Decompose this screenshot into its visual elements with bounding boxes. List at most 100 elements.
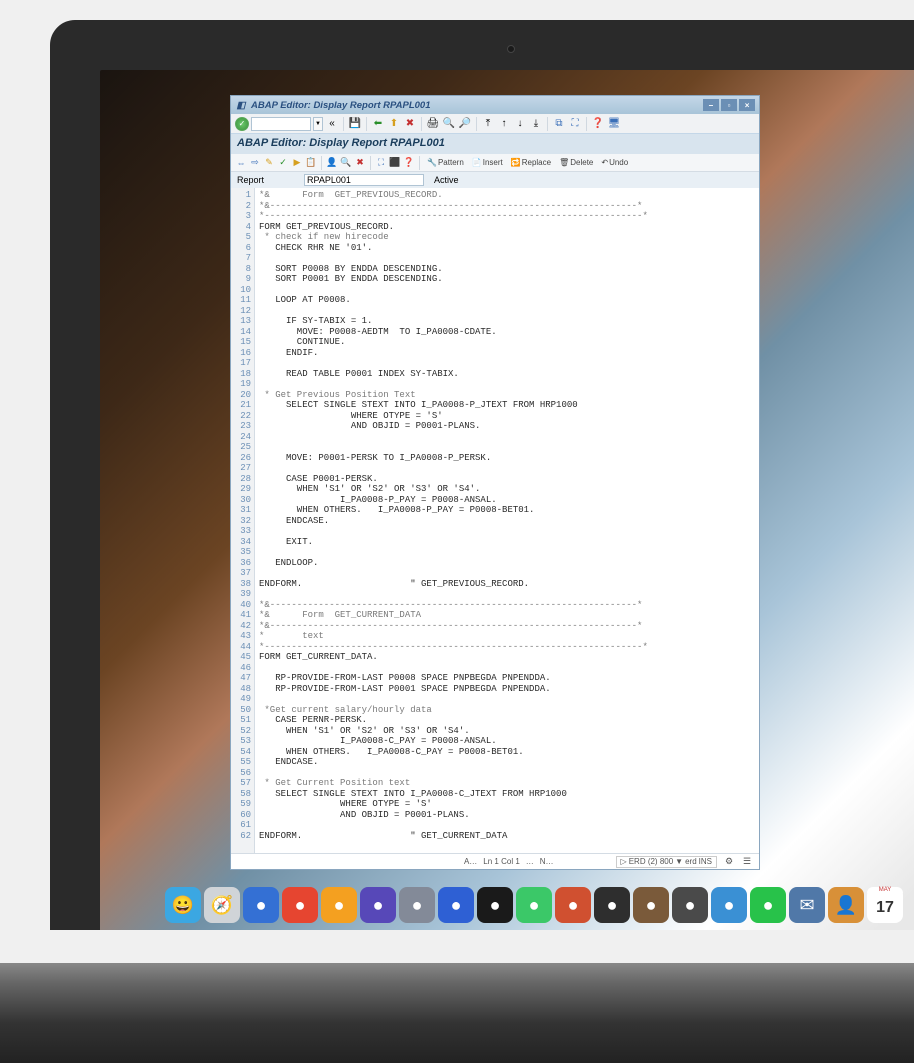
line-number: 23 [231,421,251,432]
line-number: 26 [231,453,251,464]
code-line [259,663,755,674]
line-number: 62 [231,831,251,842]
cancel-icon[interactable]: ✖ [403,117,417,131]
shortcut-icon[interactable]: ⛶ [568,117,582,131]
prev-page-icon[interactable]: ↑ [497,117,511,131]
check-icon[interactable]: ✎ [263,157,275,169]
command-field[interactable] [251,117,311,131]
code-line: CHECK RHR NE '01'. [259,243,755,254]
line-number: 2 [231,201,251,212]
dock-item-app13[interactable]: ● [711,887,747,923]
code-line: ENDCASE. [259,516,755,527]
last-page-icon[interactable]: ⤓ [529,117,543,131]
dock-item-finder[interactable]: 😀 [165,887,201,923]
dock-item-whatsapp[interactable]: ● [750,887,786,923]
minimize-button[interactable]: – [703,99,719,111]
line-number: 19 [231,379,251,390]
code-line: SELECT SINGLE STEXT INTO I_PA0008-P_JTEX… [259,400,755,411]
fullscreen-icon[interactable]: ⛶ [375,157,387,169]
close-button[interactable]: × [739,99,755,111]
dock-item-app5[interactable]: ● [399,887,435,923]
insert-button[interactable]: 📄 Insert [469,156,506,170]
code-line: *&--------------------------------------… [259,600,755,611]
next-page-icon[interactable]: ↓ [513,117,527,131]
line-number: 6 [231,243,251,254]
code-line [259,358,755,369]
dock-item-app2[interactable]: ● [282,887,318,923]
line-number: 13 [231,316,251,327]
code-line [259,694,755,705]
nav-back-icon[interactable]: « [325,117,339,131]
code-line: WHEN 'S1' OR 'S2' OR 'S3' OR 'S4'. [259,484,755,495]
other-icon[interactable]: ✖ [354,157,366,169]
nav-icon[interactable]: 🔍 [340,157,352,169]
status-config-icon[interactable]: ⚙ [723,856,735,868]
line-number: 28 [231,474,251,485]
dock-item-app8[interactable]: ● [516,887,552,923]
dock-item-app6[interactable]: ● [438,887,474,923]
line-number: 40 [231,600,251,611]
standard-toolbar: ✓ ▼ « 💾 ⬅ ⬆ ✖ 🖨 🔍 🔎 ⤒ ↑ ↓ ⤓ ⧉ [231,114,759,134]
exit-icon[interactable]: ⬆ [387,117,401,131]
dock-item-app11[interactable]: ● [633,887,669,923]
find-icon[interactable]: 🔍 [442,117,456,131]
help-icon[interactable]: ❓ [591,117,605,131]
save-icon[interactable]: 💾 [348,117,362,131]
line-number: 18 [231,369,251,380]
print-icon[interactable]: 🖨 [426,117,440,131]
code-line: AND OBJID = P0001-PLANS. [259,421,755,432]
dock-item-mail[interactable]: ✉ [789,887,825,923]
delete-button[interactable]: 🗑 Delete [556,156,596,170]
line-number: 57 [231,778,251,789]
code-area[interactable]: *& Form GET_PREVIOUS_RECORD.*&----------… [255,188,759,853]
line-number: 43 [231,631,251,642]
test-icon[interactable]: ▶ [291,157,303,169]
display-icon[interactable]: ⇨ [249,157,261,169]
line-number: 48 [231,684,251,695]
back-icon[interactable]: ⬅ [371,117,385,131]
sap-logo-icon: ◧ [235,99,247,111]
code-line: * check if new hirecode [259,232,755,243]
line-number: 3 [231,211,251,222]
code-line [259,379,755,390]
dock-item-calendar[interactable]: MAY17 [867,887,903,923]
enter-button[interactable]: ✓ [235,117,249,131]
code-line [259,432,755,443]
first-page-icon[interactable]: ⤒ [481,117,495,131]
dock-item-app1[interactable]: ● [243,887,279,923]
replace-icon: 🔁 [511,158,521,167]
dock-item-app7[interactable]: ● [477,887,513,923]
code-editor[interactable]: 1234567891011121314151617181920212223242… [231,188,759,853]
dock-item-contacts[interactable]: 👤 [828,887,864,923]
command-dropdown[interactable]: ▼ [313,117,323,131]
report-name-field[interactable] [304,174,424,186]
dock-item-app10[interactable]: ● [594,887,630,923]
replace-button[interactable]: 🔁 Replace [508,156,554,170]
dock-item-safari[interactable]: 🧭 [204,887,240,923]
breakpoint-icon[interactable]: ⬛ [389,157,401,169]
where-used-icon[interactable]: 📋 [305,157,317,169]
dock-item-app4[interactable]: ● [360,887,396,923]
layout-icon[interactable]: 🖥 [607,117,621,131]
pattern-button[interactable]: 🔧 Pattern [424,156,467,170]
dock-item-app3[interactable]: ● [321,887,357,923]
activate-icon[interactable]: ✓ [277,157,289,169]
help-obj-icon[interactable]: ❓ [403,157,415,169]
status-layout-icon[interactable]: ☰ [741,856,753,868]
system-indicator[interactable]: ▷ ERD (2) 800 ▼ erd INS [616,856,717,868]
new-session-icon[interactable]: ⧉ [552,117,566,131]
object-list-icon[interactable]: 👤 [326,157,338,169]
code-line: SORT P0001 BY ENDDA DESCENDING. [259,274,755,285]
code-line: *&--------------------------------------… [259,621,755,632]
find-next-icon[interactable]: 🔎 [458,117,472,131]
code-line: ENDIF. [259,348,755,359]
app-subtitle: ABAP Editor: Display Report RPAPL001 [231,134,759,154]
maximize-button[interactable]: ▫ [721,99,737,111]
undo-button[interactable]: ↶ Undo [598,156,631,170]
dock-item-app12[interactable]: ● [672,887,708,923]
code-line: I_PA0008-C_PAY = P0008-ANSAL. [259,736,755,747]
toggle-icon[interactable]: ⇔ [235,157,247,169]
dock-item-app9[interactable]: ● [555,887,591,923]
window-controls: – ▫ × [703,99,755,111]
line-number: 37 [231,568,251,579]
